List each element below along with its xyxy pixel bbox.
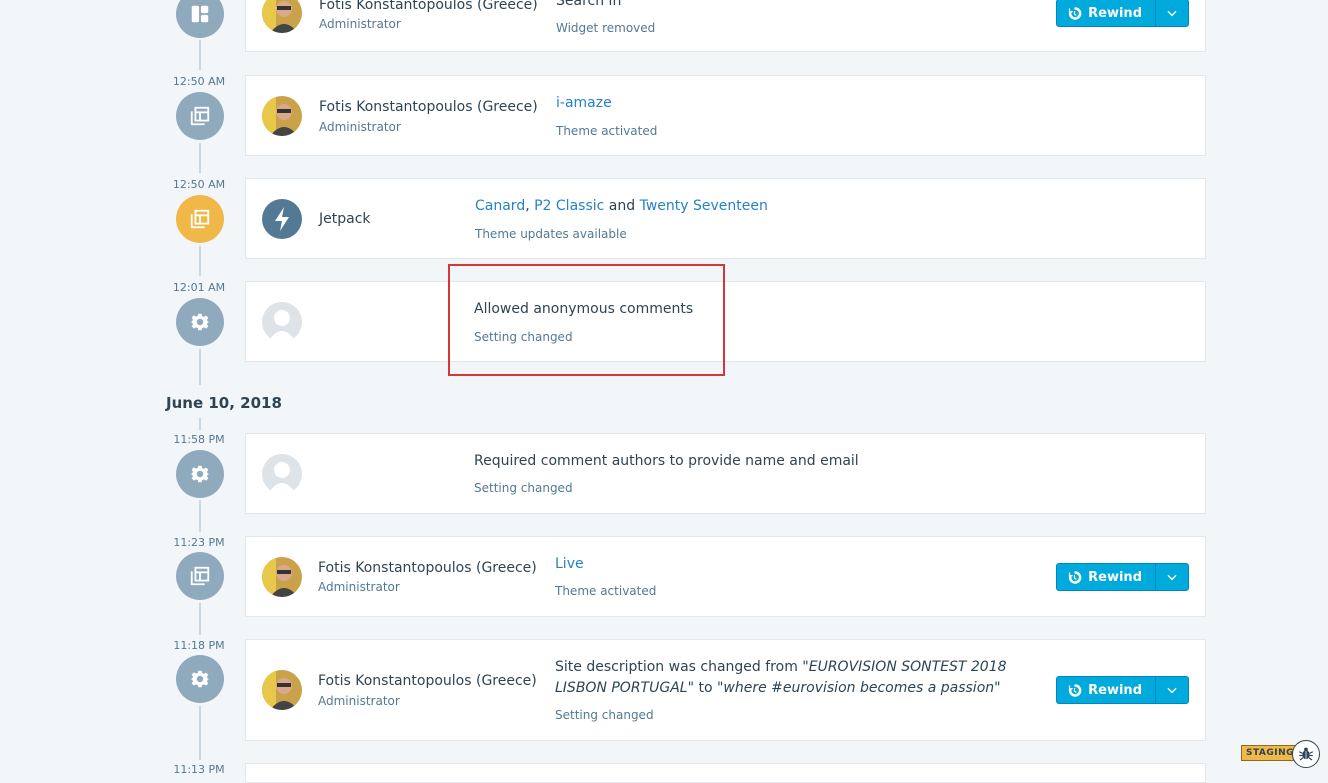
text-fragment: Site description was changed from ": [555, 659, 809, 675]
timeline-line: [199, 40, 201, 70]
event-subtitle: Setting changed: [474, 481, 573, 495]
theme-link[interactable]: i-amaze: [556, 93, 612, 114]
event-node: [176, 450, 224, 498]
default-avatar: [262, 302, 302, 342]
event-subtitle: Theme activated: [555, 584, 657, 598]
timeline-line: [199, 349, 201, 385]
actor-name: Fotis Konstantopoulos (Greece): [318, 560, 537, 576]
event-node: [176, 552, 224, 600]
activity-card: Jetpack Canard, P2 Classic and Twenty Se…: [245, 178, 1206, 259]
staging-badge: STAGING: [1241, 745, 1300, 761]
rewind-label: Rewind: [1088, 5, 1142, 21]
actor-role: Administrator: [319, 17, 401, 31]
jetpack-avatar: [262, 199, 302, 239]
event-node: [176, 298, 224, 346]
rewind-button-group[interactable]: Rewind: [1056, 0, 1189, 27]
event-node: [176, 195, 224, 243]
event-node: [176, 92, 224, 140]
event-title: Site description was changed from "EUROV…: [555, 657, 1045, 699]
avatar: [262, 0, 302, 33]
avatar: [262, 557, 302, 597]
event-subtitle: Theme updates available: [475, 227, 627, 241]
timeline-line: [199, 500, 201, 532]
cog-icon: [190, 465, 210, 483]
theme-link-canard[interactable]: Canard: [475, 198, 525, 214]
default-avatar: [262, 454, 302, 494]
text-fragment: ": [994, 680, 1001, 696]
theme-link[interactable]: Live: [555, 554, 584, 575]
event-time: 12:50 AM: [172, 178, 226, 191]
cog-icon: [190, 670, 210, 688]
timeline-line: [199, 603, 201, 635]
themes-icon: [190, 566, 210, 586]
chevron-down-icon: [1167, 10, 1177, 17]
bug-report-button[interactable]: [1292, 740, 1320, 768]
event-node: [176, 655, 224, 703]
new-description: where #eurovision becomes a passion: [723, 680, 995, 696]
history-icon: [1069, 6, 1082, 20]
rewind-label: Rewind: [1088, 682, 1142, 698]
separator-text: ,: [525, 198, 535, 214]
timeline-line: [199, 246, 201, 276]
event-time: 12:01 AM: [172, 281, 226, 294]
activity-card: Fotis Konstantopoulos (Greece) Administr…: [245, 0, 1206, 52]
chevron-down-icon: [1167, 574, 1177, 581]
actor-name: Jetpack: [319, 211, 371, 227]
date-heading: June 10, 2018: [166, 394, 282, 412]
rewind-button-group[interactable]: Rewind: [1056, 676, 1189, 704]
rewind-button-group[interactable]: Rewind: [1056, 563, 1189, 591]
cog-icon: [190, 313, 210, 331]
actor-name: Fotis Konstantopoulos (Greece): [319, 99, 538, 115]
actor-role: Administrator: [318, 694, 400, 708]
separator-text: and: [604, 198, 640, 214]
event-title: Canard, P2 Classic and Twenty Seventeen: [475, 196, 768, 217]
timeline-line: [199, 706, 201, 760]
event-title: Required comment authors to provide name…: [474, 453, 859, 469]
actor-role: Administrator: [319, 120, 401, 134]
chevron-down-icon: [1167, 687, 1177, 694]
theme-link-twenty-seventeen[interactable]: Twenty Seventeen: [640, 198, 768, 214]
rewind-dropdown-toggle[interactable]: [1155, 0, 1188, 26]
layout-icon: [191, 5, 209, 23]
event-time: 11:18 PM: [173, 639, 225, 652]
timeline-line: [199, 143, 201, 173]
themes-icon: [190, 106, 210, 126]
event-time: 12:50 AM: [172, 75, 226, 88]
rewind-dropdown-toggle[interactable]: [1155, 677, 1188, 703]
actor-role: Administrator: [318, 580, 400, 594]
activity-card: [245, 763, 1206, 783]
event-node: [176, 0, 224, 38]
event-time: 11:23 PM: [173, 536, 225, 549]
rewind-label: Rewind: [1088, 569, 1142, 585]
avatar: [262, 670, 302, 710]
timeline-line: [199, 418, 201, 430]
rewind-button[interactable]: Rewind: [1057, 677, 1155, 703]
event-title: Search in: [556, 0, 622, 9]
activity-card: Fotis Konstantopoulos (Greece) Administr…: [245, 75, 1206, 156]
actor-name: Fotis Konstantopoulos (Greece): [318, 673, 537, 689]
event-subtitle: Setting changed: [555, 708, 654, 722]
event-subtitle: Theme activated: [556, 124, 658, 138]
text-fragment: " to ": [687, 680, 724, 696]
theme-link-p2-classic[interactable]: P2 Classic: [534, 198, 604, 214]
actor-name: Fotis Konstantopoulos (Greece): [319, 0, 538, 13]
jetpack-icon: [275, 207, 289, 231]
event-time: 11:58 PM: [173, 433, 225, 446]
themes-icon: [190, 209, 210, 229]
activity-card: Fotis Konstantopoulos (Greece) Administr…: [245, 536, 1206, 617]
rewind-dropdown-toggle[interactable]: [1155, 564, 1188, 590]
activity-card: Fotis Konstantopoulos (Greece) Administr…: [245, 639, 1206, 741]
rewind-button[interactable]: Rewind: [1057, 564, 1155, 590]
bug-icon: [1298, 747, 1314, 761]
rewind-button[interactable]: Rewind: [1057, 0, 1155, 26]
highlight-box: [448, 264, 725, 376]
history-icon: [1069, 570, 1082, 584]
event-subtitle: Widget removed: [556, 21, 656, 35]
activity-card: Required comment authors to provide name…: [245, 433, 1206, 514]
activity-card: Allowed anonymous comments Setting chang…: [245, 281, 1206, 362]
event-time: 11:13 PM: [173, 763, 225, 776]
history-icon: [1069, 683, 1082, 697]
avatar: [262, 96, 302, 136]
